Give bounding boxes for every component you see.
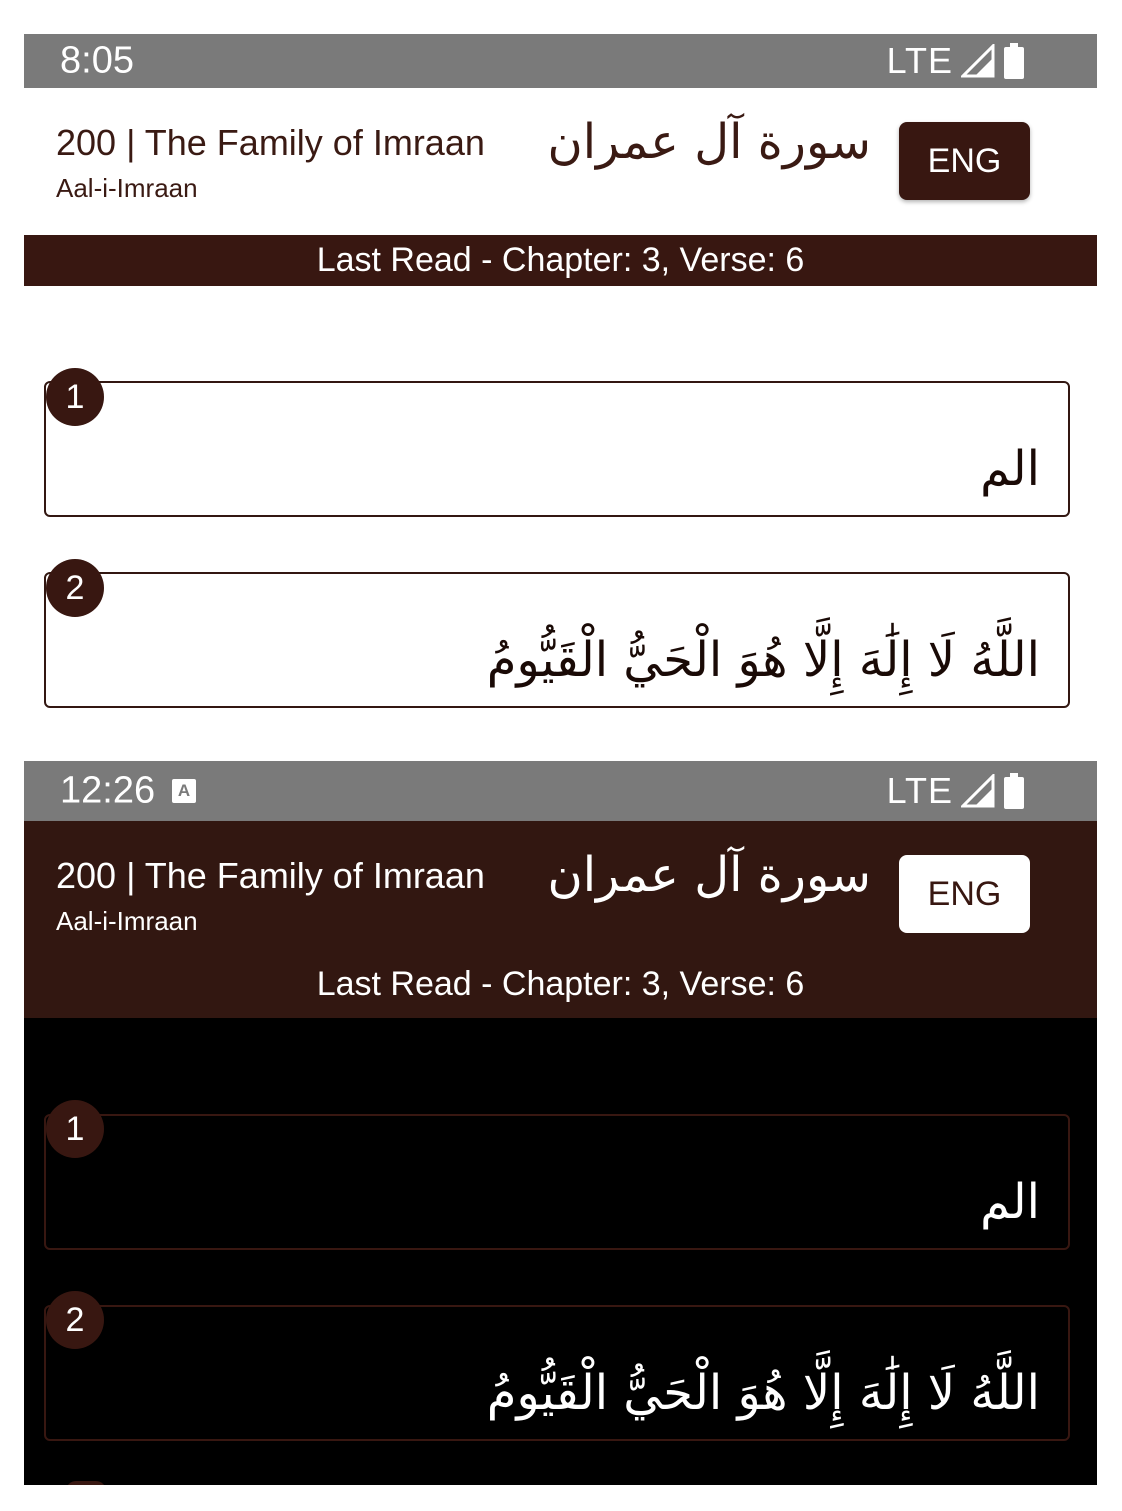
verse-arabic-text: الم	[980, 1174, 1040, 1230]
verse-arabic-text: اللَّهُ لَا إِلَٰهَ إِلَّا هُوَ الْحَيُّ…	[486, 1365, 1040, 1421]
verse-arabic-text: اللَّهُ لَا إِلَٰهَ إِلَّا هُوَ الْحَيُّ…	[486, 632, 1040, 688]
surah-title-arabic: سورة آل عمران	[547, 114, 871, 170]
status-bar: 12:26 A LTE	[24, 761, 1097, 821]
surah-title-arabic: سورة آل عمران	[547, 847, 871, 903]
surah-title-english: 200 | The Family of Imraan	[56, 122, 485, 163]
last-read-banner[interactable]: Last Read - Chapter: 3, Verse: 6	[24, 235, 1097, 286]
status-indicators: LTE	[887, 40, 1025, 82]
verse-card[interactable]: اللَّهُ لَا إِلَٰهَ إِلَّا هُوَ الْحَيُّ…	[44, 572, 1070, 708]
verse-card[interactable]: الم	[44, 1114, 1070, 1250]
battery-icon	[1004, 773, 1024, 809]
network-label: LTE	[886, 770, 953, 811]
verse-number-badge: 1	[46, 1100, 104, 1158]
status-bar: 8:05 LTE	[24, 34, 1097, 88]
signal-icon	[961, 774, 995, 808]
surah-transliteration: Aal-i-Imraan	[56, 173, 198, 203]
dark-theme-screen: 12:26 A LTE 200 | The Family of Imraan A…	[24, 761, 1097, 1485]
verse-card[interactable]: اللَّهُ لَا إِلَٰهَ إِلَّا هُوَ الْحَيُّ…	[44, 1305, 1070, 1441]
notification-a-icon: A	[172, 779, 196, 803]
last-read-banner[interactable]: Last Read - Chapter: 3, Verse: 6	[24, 959, 1097, 1009]
battery-icon	[1004, 43, 1024, 79]
language-toggle-button[interactable]: ENG	[899, 855, 1030, 933]
network-label: LTE	[886, 40, 953, 81]
status-time: 12:26	[60, 769, 156, 812]
verse-number-badge: 1	[46, 368, 104, 426]
light-theme-screen: 8:05 LTE 200 | The Family of Imraan Aal-…	[24, 34, 1097, 708]
verse-arabic-text: الم	[980, 441, 1040, 497]
verse-card[interactable]: الم	[44, 381, 1070, 517]
status-indicators: LTE	[887, 770, 1025, 812]
signal-icon	[961, 44, 995, 78]
verse-number-badge: 2	[46, 559, 104, 617]
verse-number-badge: 2	[46, 1291, 104, 1349]
surah-transliteration: Aal-i-Imraan	[56, 906, 198, 936]
surah-header: 200 | The Family of Imraan Aal-i-Imraan …	[24, 821, 1097, 1018]
next-verse-badge-partial	[66, 1481, 106, 1485]
language-toggle-button[interactable]: ENG	[899, 122, 1030, 200]
status-time: 8:05	[60, 39, 134, 82]
surah-title-english: 200 | The Family of Imraan	[56, 855, 485, 896]
surah-header: 200 | The Family of Imraan Aal-i-Imraan …	[24, 88, 1097, 235]
